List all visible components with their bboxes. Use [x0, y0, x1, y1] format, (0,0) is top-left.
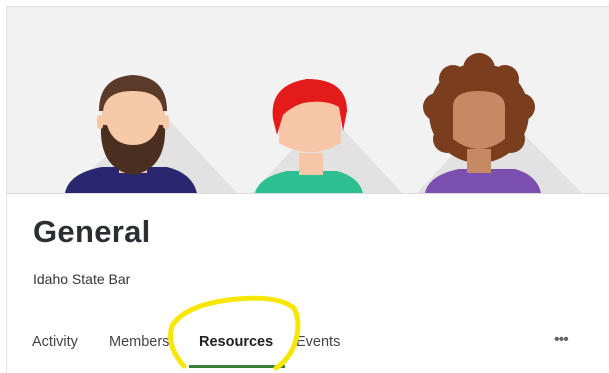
tab-events[interactable]: Events: [296, 334, 340, 350]
tab-resources[interactable]: Resources: [199, 334, 273, 350]
tab-members[interactable]: Members: [109, 334, 169, 350]
more-options-icon[interactable]: •••: [554, 331, 569, 349]
group-organization: Idaho State Bar: [33, 271, 131, 287]
group-tabs: Activity Members Resources Events •••: [7, 329, 609, 373]
banner-divider: [7, 193, 609, 194]
group-avatars-illustration: [65, 53, 582, 193]
active-tab-indicator: [189, 365, 285, 368]
group-card: General Idaho State Bar Activity Members…: [6, 6, 609, 373]
group-title: General: [33, 214, 151, 249]
group-banner: [7, 7, 609, 193]
tab-activity[interactable]: Activity: [32, 334, 78, 350]
